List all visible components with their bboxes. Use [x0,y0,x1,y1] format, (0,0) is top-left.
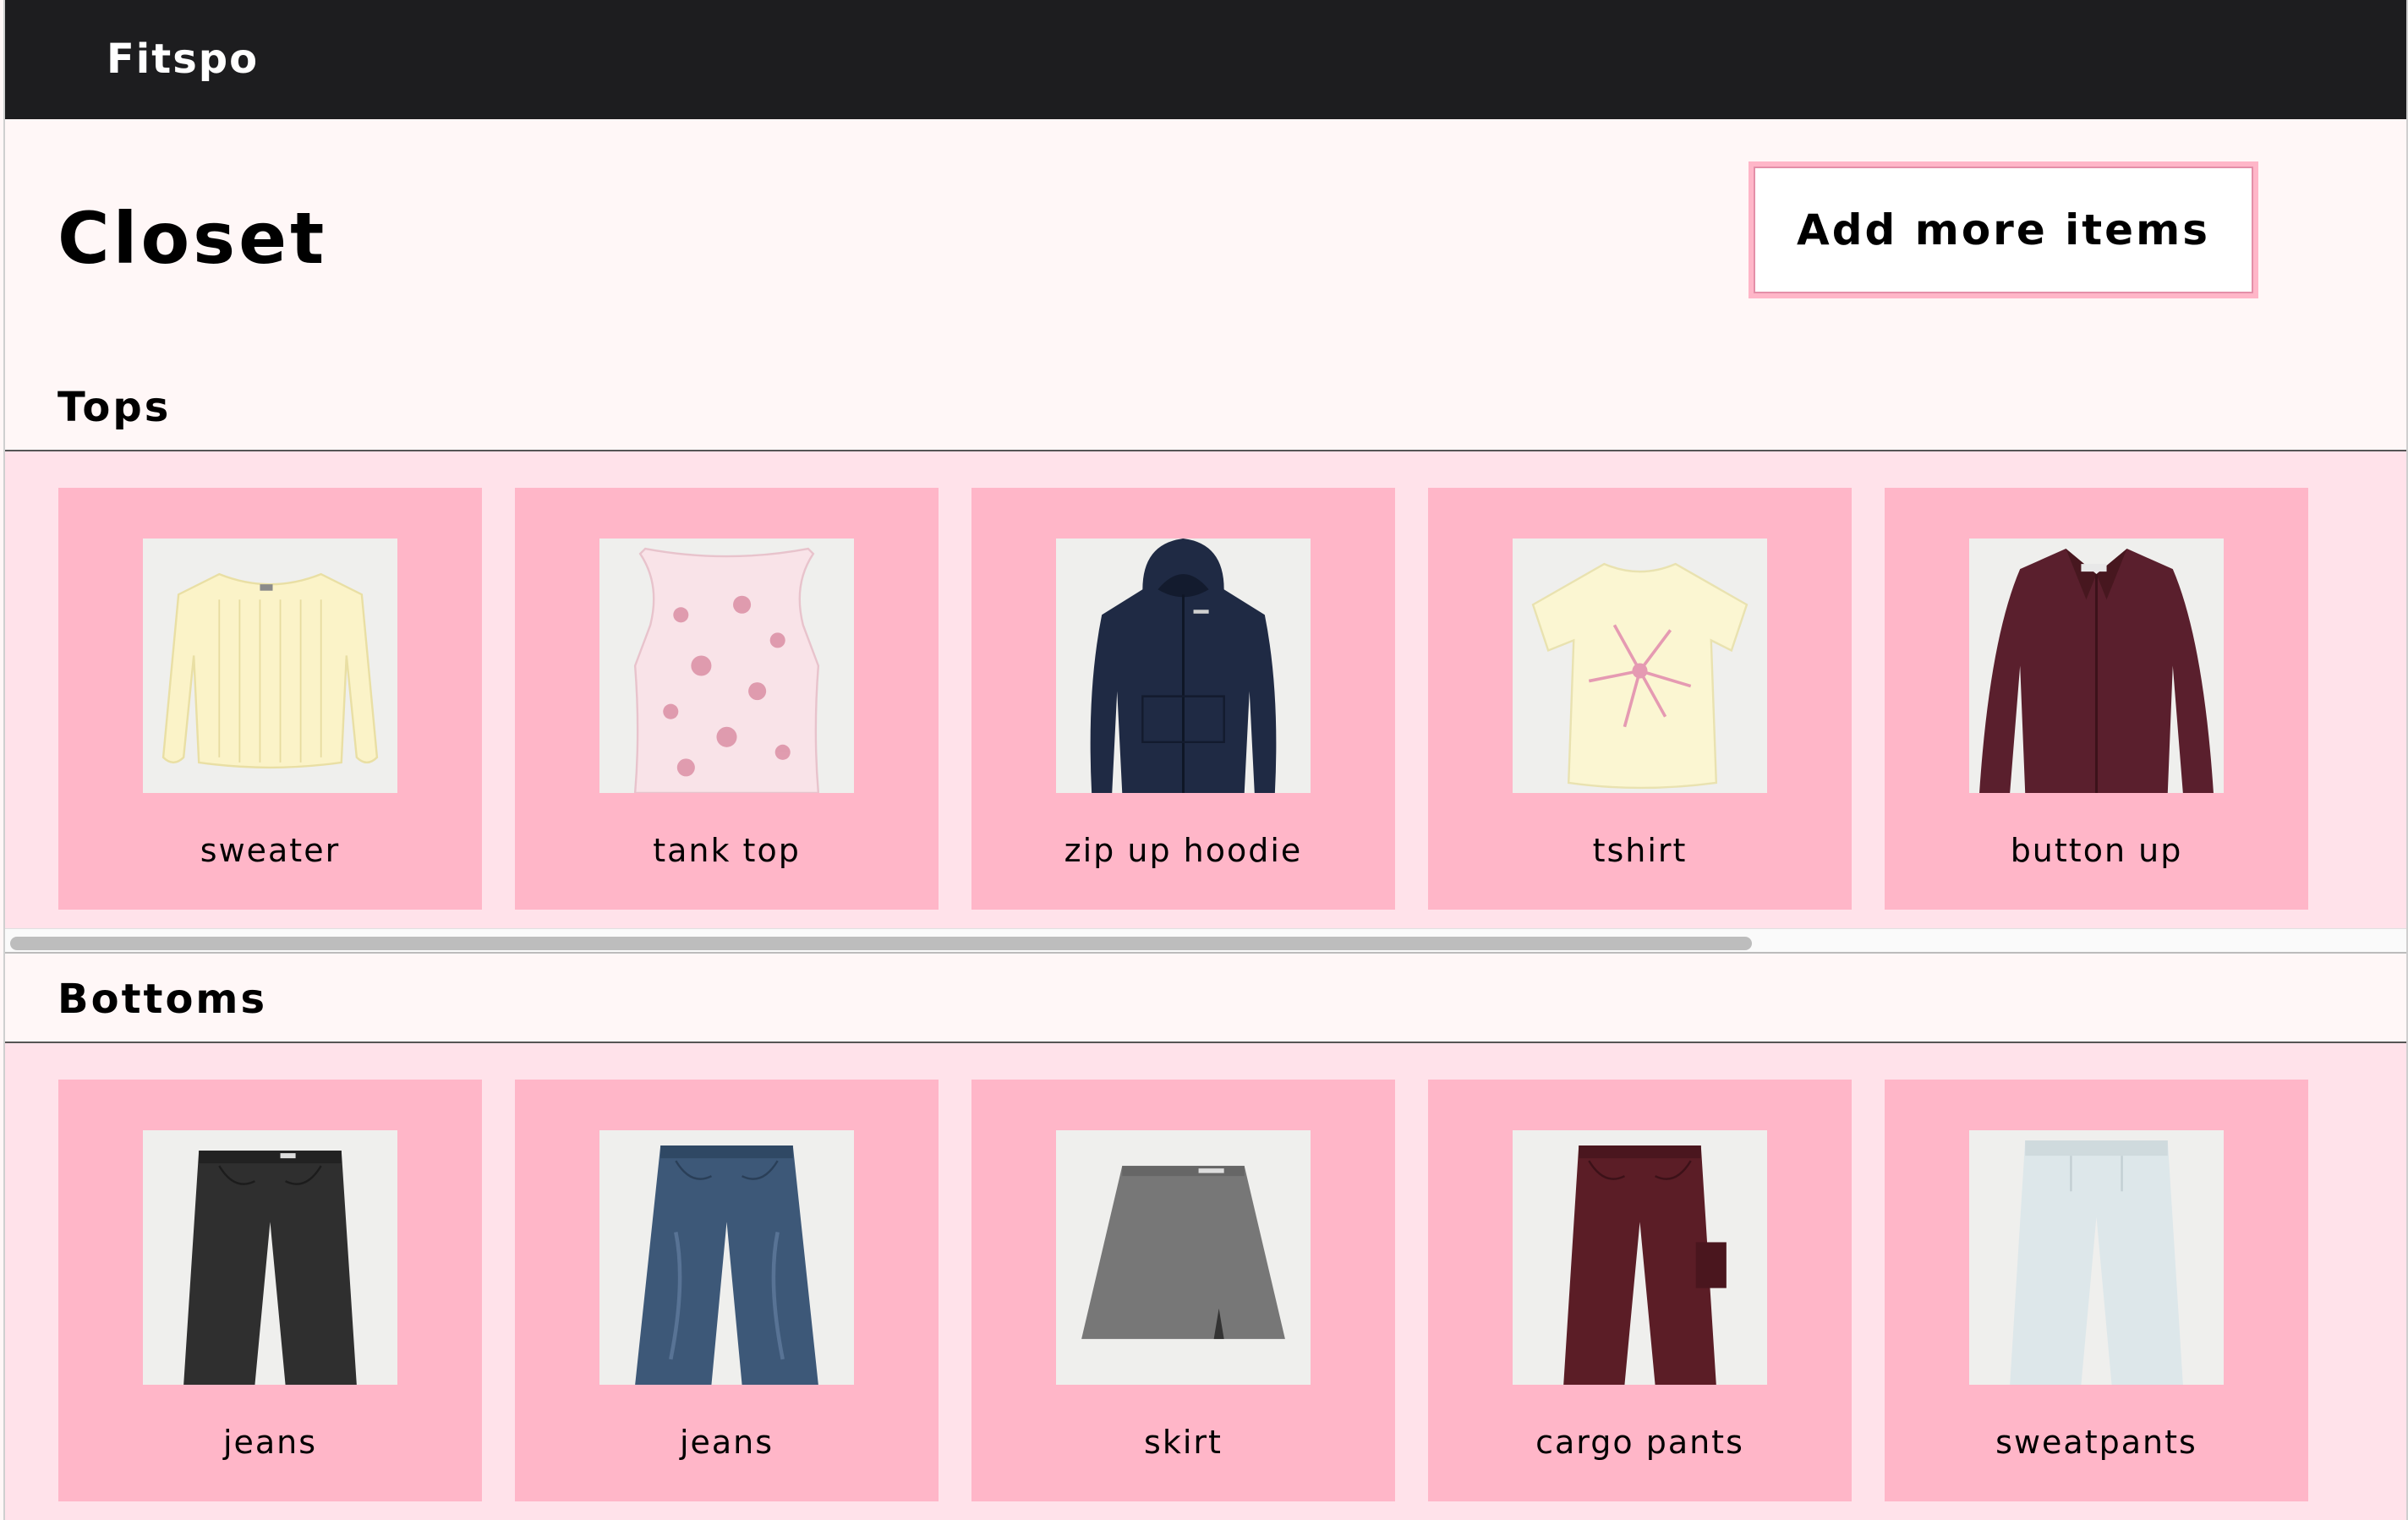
closet-item-card[interactable]: cargo pants [1428,1080,1852,1501]
item-label: zip up hoodie [1064,832,1303,869]
scrollbar-thumb[interactable] [10,937,1752,950]
sweatpants-photo [1969,1130,2224,1385]
closet-item-card[interactable]: skirt [971,1080,1395,1501]
closet-item-card[interactable]: jeans [515,1080,939,1501]
closet-item-card[interactable]: tshirt [1428,488,1852,910]
cargo-pants-photo [1513,1130,1767,1385]
item-label: tshirt [1592,832,1688,869]
page-title: Closet [57,197,328,280]
jeans-photo [143,1130,397,1385]
brand-logo[interactable]: Fitspo [107,34,259,85]
item-label: jeans [679,1424,774,1461]
tops-scrollbar[interactable] [5,928,2406,954]
item-label: button up [2010,832,2183,869]
button-up-photo [1969,539,2224,793]
app-window: Fitspo Closet Add more items Tops sweate… [3,0,2408,1520]
item-label: jeans [222,1424,318,1461]
hoodie-photo [1056,539,1311,793]
closet-item-card[interactable]: button up [1885,488,2308,910]
tshirt-photo [1513,539,1767,793]
item-label: sweatpants [1995,1424,2197,1461]
bottoms-shelf[interactable]: jeans jeans skirt cargo pants sweatpants [5,1042,2406,1520]
closet-item-card[interactable]: zip up hoodie [971,488,1395,910]
closet-item-card[interactable]: jeans [58,1080,482,1501]
navbar: Fitspo [5,0,2406,119]
tank-top-photo [599,539,854,793]
sweater-photo [143,539,397,793]
add-more-items-button[interactable]: Add more items [1749,161,2258,298]
closet-item-card[interactable]: tank top [515,488,939,910]
jeans-photo [599,1130,854,1385]
item-label: tank top [653,832,801,869]
item-label: sweater [200,832,341,869]
closet-item-card[interactable]: sweatpants [1885,1080,2308,1501]
skirt-photo [1056,1130,1311,1385]
item-label: skirt [1144,1424,1223,1461]
tops-shelf[interactable]: sweater tank top zip up hoodie tshirt bu… [5,450,2406,933]
section-title-bottoms: Bottoms [57,976,268,1023]
item-label: cargo pants [1535,1424,1744,1461]
section-title-tops: Tops [57,384,172,431]
closet-item-card[interactable]: sweater [58,488,482,910]
